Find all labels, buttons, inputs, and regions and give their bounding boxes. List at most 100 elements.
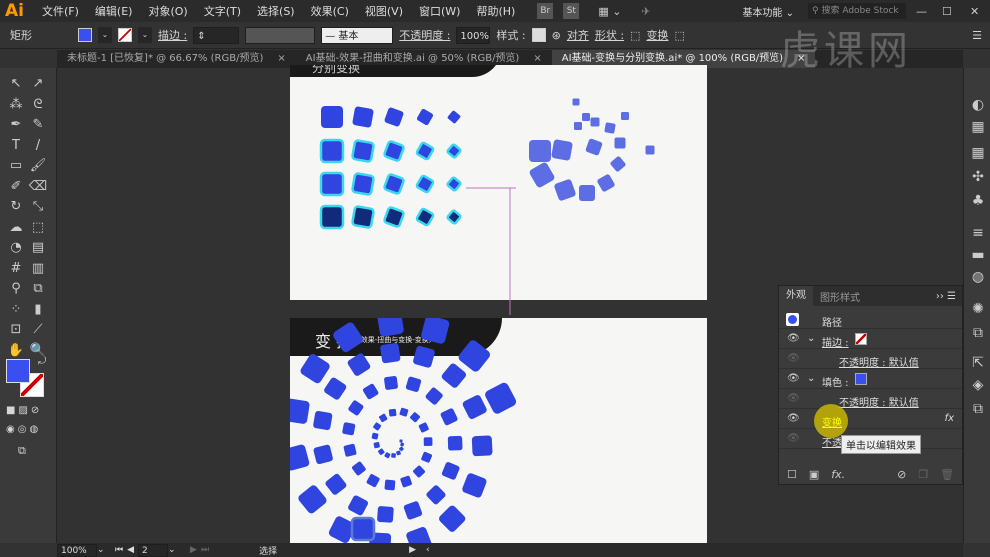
eye-icon[interactable]: 👁 [787, 353, 800, 365]
fill-opacity[interactable]: 不透明度 : 默认值 [839, 394, 919, 409]
stroke-attr-label[interactable]: 描边 : [822, 334, 849, 349]
direct-selection-tool-icon[interactable]: ↗ [28, 74, 48, 94]
draw-mode-buttons[interactable]: ◉◎◍ [6, 424, 41, 435]
first-artboard-button[interactable]: ⏮ [115, 545, 123, 555]
maximize-button[interactable]: ☐ [942, 5, 960, 18]
line-tool-icon[interactable]: / [28, 136, 48, 156]
layers-icon[interactable]: ◈ [969, 376, 987, 394]
free-transform-icon[interactable]: ⬚ [28, 218, 48, 238]
stroke-attr-swatch[interactable] [855, 333, 867, 345]
add-stroke-icon[interactable]: ☐ [787, 468, 797, 481]
menu-item-2[interactable]: 对象(O) [140, 3, 195, 19]
gpu-icon[interactable]: ✈ [641, 5, 650, 18]
delete-item-icon[interactable]: 🗑 [940, 468, 954, 481]
graphic-styles-icon[interactable]: ⧉ [969, 324, 987, 342]
graph-tool-icon[interactable]: ▮ [28, 300, 48, 320]
symbols-icon[interactable]: ♣ [969, 192, 987, 210]
stroke-icon[interactable]: ≡ [969, 224, 987, 242]
screen-mode-icon[interactable]: ⧉ [18, 444, 26, 458]
menu-item-0[interactable]: 文件(F) [34, 3, 87, 19]
transform-button[interactable]: 变换 [646, 27, 668, 43]
eye-icon[interactable]: 👁 [787, 333, 800, 345]
add-fill-icon[interactable]: ▣ [809, 468, 819, 481]
blend-tool-icon[interactable]: ⧉ [28, 279, 48, 299]
hand-tool-icon[interactable]: ✋ [6, 341, 26, 361]
stroke-opacity[interactable]: 不透明度 : 默认值 [839, 354, 919, 369]
appearance-icon[interactable]: ✺ [969, 300, 987, 318]
paintbrush-icon[interactable]: 🖌 [28, 156, 48, 176]
swatches-icon[interactable]: ▦ [969, 144, 987, 162]
transform-effect-link[interactable]: 变换 [822, 414, 842, 429]
brushes-icon[interactable]: ✣ [969, 168, 987, 186]
tab-appearance[interactable]: 外观 [779, 286, 813, 306]
zoom-dropdown[interactable]: ⌄ [97, 545, 111, 555]
menu-item-3[interactable]: 文字(T) [196, 3, 249, 19]
eyedropper-icon[interactable]: ⚲ [6, 279, 26, 299]
shape-icon[interactable]: ⬚ [630, 29, 640, 42]
brush-profile[interactable]: — 基本 [321, 26, 394, 44]
opacity-label[interactable]: 不透明度 : [399, 27, 450, 43]
prev-artboard-button[interactable]: ◀ [127, 545, 134, 555]
minimize-button[interactable]: — [916, 5, 934, 18]
bridge-button[interactable]: Br [537, 3, 554, 19]
curvature-tool-icon[interactable]: ✎ [28, 115, 48, 135]
warp-tool-icon[interactable]: ☁ [6, 218, 26, 238]
transparency-icon[interactable]: ◍ [969, 268, 987, 286]
artboard-dropdown[interactable]: ⌄ [168, 545, 182, 555]
scroll-left-button[interactable]: ‹ [426, 545, 430, 555]
selection-tool-icon[interactable]: ↖ [6, 74, 26, 94]
search-stock-input[interactable]: ⚲ 搜索 Adobe Stock [808, 3, 906, 19]
opacity-input[interactable]: 100% [456, 26, 491, 44]
zoom-input[interactable]: 100% [57, 543, 97, 557]
fill-color-swatch[interactable] [6, 359, 30, 383]
lasso-icon[interactable]: ᘓ [28, 95, 48, 115]
add-effect-icon[interactable]: fx. [831, 468, 845, 481]
rectangle-tool-icon[interactable]: ▭ [6, 156, 26, 176]
fill-attr-label[interactable]: 填色 : [822, 374, 849, 389]
magic-wand-icon[interactable]: ⁂ [6, 95, 26, 115]
eye-icon[interactable]: 👁 [787, 413, 800, 425]
stock-button[interactable]: St [563, 3, 580, 19]
clear-appearance-icon[interactable]: ⊘ [897, 468, 906, 481]
status-menu-button[interactable]: ▶ [409, 545, 416, 555]
shape-builder-icon[interactable]: ◔ [6, 238, 26, 258]
artboards-icon[interactable]: ⧉ [969, 400, 987, 418]
export-icon[interactable]: ⇱ [969, 354, 987, 372]
color-mode-buttons[interactable]: ■▨⊘ [6, 405, 42, 416]
panel-menu-button[interactable]: ›› ☰ [936, 291, 962, 302]
artboard-tool-icon[interactable]: ⊡ [6, 320, 26, 340]
swap-colors-icon[interactable]: ⤾ [38, 356, 46, 367]
align-button[interactable]: 对齐 [567, 27, 589, 43]
color-panel-icon[interactable]: ◐ [969, 96, 987, 114]
duplicate-item-icon[interactable]: ❐ [918, 468, 928, 481]
shape-label[interactable]: 形状 : [595, 27, 624, 43]
pen-tool-icon[interactable]: ✒ [6, 115, 26, 135]
rotate-tool-icon[interactable]: ↻ [6, 197, 26, 217]
artboard-number-input[interactable]: 2 [138, 543, 169, 557]
gradient-icon[interactable]: ▬ [969, 246, 987, 264]
variable-width-profile[interactable] [245, 26, 316, 44]
eraser-icon[interactable]: ⌫ [28, 177, 48, 197]
fill-dropdown[interactable]: ⌄ [98, 27, 112, 43]
menu-item-1[interactable]: 编辑(E) [87, 3, 141, 19]
scale-tool-icon[interactable]: ⤡ [28, 197, 48, 217]
close-window-button[interactable]: ✕ [970, 5, 990, 18]
menu-item-5[interactable]: 效果(C) [303, 3, 357, 19]
stroke-swatch[interactable] [118, 28, 132, 42]
perspective-grid-icon[interactable]: ▤ [28, 238, 48, 258]
menu-item-8[interactable]: 帮助(H) [468, 3, 523, 19]
color-guide-icon[interactable]: ▦ [969, 118, 987, 136]
shaper-tool-icon[interactable]: ✐ [6, 177, 26, 197]
stroke-dropdown[interactable]: ⌄ [138, 27, 152, 43]
stroke-label[interactable]: 描边 : [158, 27, 187, 43]
more-options-icon[interactable]: ☰ [972, 29, 982, 42]
arrange-documents-icon[interactable]: ▦ ⌄ [598, 5, 621, 18]
symbol-sprayer-icon[interactable]: ⁘ [6, 300, 26, 320]
tab-graphic-styles[interactable]: 图形样式 [813, 289, 867, 304]
menu-item-4[interactable]: 选择(S) [249, 3, 303, 19]
document-tab[interactable]: 未标题-1 [已恢复]* @ 66.67% (RGB/预览) × [57, 50, 296, 68]
fill-attr-swatch[interactable] [855, 373, 867, 385]
type-tool-icon[interactable]: T [6, 136, 26, 156]
gradient-tool-icon[interactable]: ▥ [28, 259, 48, 279]
menu-item-7[interactable]: 窗口(W) [411, 3, 468, 19]
